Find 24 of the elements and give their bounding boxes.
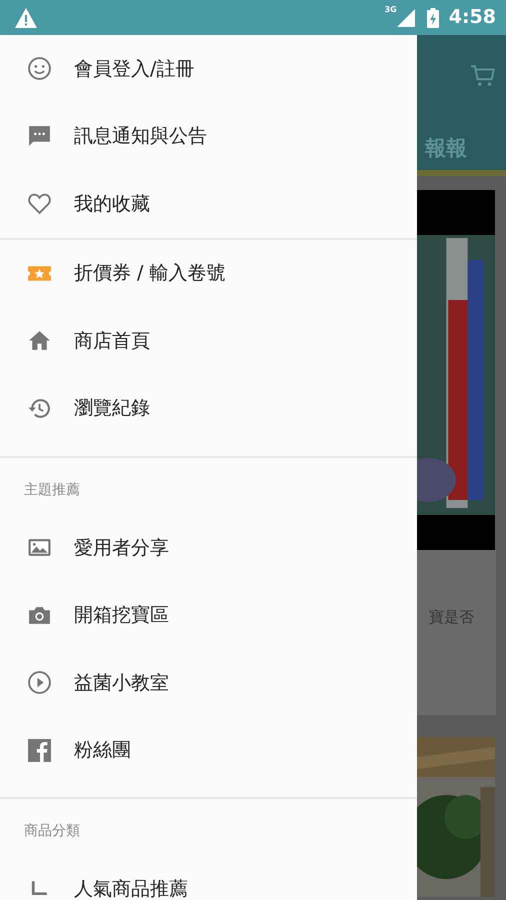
drawer-item[interactable]: 人氣商品推薦 xyxy=(0,855,417,900)
facebook-icon xyxy=(27,738,52,763)
cart-icon[interactable] xyxy=(470,63,496,89)
drawer-item[interactable]: 折價券 / 輸入卷號 xyxy=(0,240,417,307)
drawer-item[interactable]: 我的收藏 xyxy=(0,170,417,238)
heart-icon xyxy=(27,191,52,216)
drawer-item[interactable]: 粉絲團 xyxy=(0,716,417,784)
signal-icon xyxy=(396,8,415,26)
card-text: 寶是否 xyxy=(429,607,475,628)
drawer-item[interactable]: 開箱挖寶區 xyxy=(0,582,417,649)
drawer-item[interactable]: 商店首頁 xyxy=(0,307,417,374)
drawer-item[interactable]: 愛用者分享 xyxy=(0,514,417,582)
drawer-item[interactable]: 會員登入/註冊 xyxy=(0,35,417,102)
section-header: 商品分類 xyxy=(23,822,81,841)
battery-icon xyxy=(426,8,439,28)
drawer-item[interactable]: 訊息通知與公告 xyxy=(0,102,417,170)
drawer-item[interactable]: 瀏覽紀錄 xyxy=(0,374,417,442)
clock: 4:58 xyxy=(448,5,496,30)
drawer-item[interactable]: 益菌小教室 xyxy=(0,649,417,716)
smiley-icon xyxy=(27,56,52,82)
section-header: 主題推薦 xyxy=(23,481,81,500)
network-type: 3G xyxy=(384,6,397,14)
play-icon xyxy=(27,670,52,696)
warning-icon xyxy=(14,6,38,28)
